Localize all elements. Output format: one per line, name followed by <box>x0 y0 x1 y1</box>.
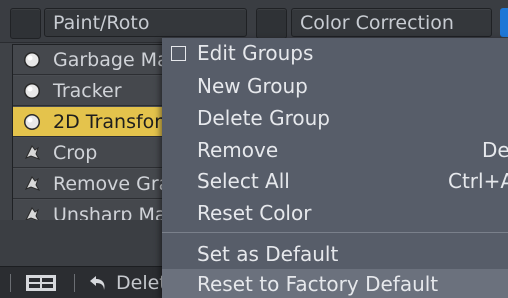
category-tab-bar: Paint/Roto Color Correction <box>0 0 508 43</box>
context-menu: Edit Groups New Group Delete Group Remov… <box>162 38 508 298</box>
menu-item-edit-groups[interactable]: Edit Groups <box>162 38 508 69</box>
menu-item-shortcut: Del <box>482 138 508 162</box>
toolbar-divider <box>74 274 75 292</box>
menu-item-label: Reset to Factory Default <box>197 272 439 296</box>
menu-item-label: Set as Default <box>197 242 339 266</box>
list-item-label: Tracker <box>53 80 122 102</box>
menu-item-label: Edit Groups <box>197 41 314 65</box>
tab-paint-roto-label: Paint/Roto <box>53 12 150 34</box>
menu-item-select-all[interactable]: Select All Ctrl+A <box>162 166 508 197</box>
list-item[interactable]: Crop <box>13 138 183 168</box>
menu-item-delete-group[interactable]: Delete Group <box>162 103 508 134</box>
color-correction-tab-toggle[interactable] <box>256 8 287 39</box>
list-item[interactable]: Unsharp Ma <box>13 200 183 221</box>
list-item-label: Garbage Ma <box>53 49 169 71</box>
crop-icon <box>24 145 41 160</box>
tab-color-correction-label: Color Correction <box>300 12 454 34</box>
menu-item-set-as-default[interactable]: Set as Default <box>162 239 508 270</box>
layout-grid-icon[interactable] <box>26 275 56 291</box>
menu-item-label: Select All <box>197 169 290 193</box>
menu-item-label: Reset Color <box>197 201 312 225</box>
next-tab-toggle[interactable] <box>500 8 508 37</box>
list-item-selected[interactable]: 2D Transfor <box>13 107 183 137</box>
delete-button-label[interactable]: Delet <box>116 267 167 298</box>
list-item-label: Crop <box>53 142 98 164</box>
list-item[interactable]: Garbage Ma <box>13 45 183 75</box>
app-window: Paint/Roto Color Correction Garbage Ma T… <box>0 0 508 298</box>
tab-color-correction[interactable]: Color Correction <box>291 8 492 37</box>
bottom-toolbar: Delet <box>0 266 170 298</box>
tab-paint-roto[interactable]: Paint/Roto <box>44 8 247 37</box>
garbage-matte-icon <box>24 52 40 68</box>
paint-roto-tab-toggle[interactable] <box>10 8 41 39</box>
menu-item-reset-to-factory-default[interactable]: Reset to Factory Default <box>162 269 508 298</box>
transform-2d-icon <box>24 114 40 130</box>
list-item-label: 2D Transfor <box>53 111 163 133</box>
menu-item-reset-color[interactable]: Reset Color <box>162 198 508 229</box>
list-item-label: Remove Gra <box>53 173 171 195</box>
menu-item-new-group[interactable]: New Group <box>162 71 508 102</box>
menu-item-shortcut: Ctrl+A <box>448 169 508 193</box>
menu-item-remove[interactable]: Remove Del <box>162 135 508 166</box>
menu-item-label: New Group <box>197 74 308 98</box>
edit-groups-checkbox[interactable] <box>171 46 186 61</box>
list-item[interactable]: Tracker <box>13 76 183 106</box>
remove-grain-icon <box>24 176 41 191</box>
toolbar-divider <box>10 274 11 292</box>
menu-divider <box>162 232 508 233</box>
tracker-icon <box>24 83 40 99</box>
undo-icon[interactable] <box>88 274 108 292</box>
list-item[interactable]: Remove Gra <box>13 169 183 199</box>
menu-item-label: Delete Group <box>197 106 330 130</box>
node-list: Garbage Ma Tracker 2D Transfor Crop Remo… <box>12 44 184 222</box>
menu-item-label: Remove <box>197 138 279 162</box>
